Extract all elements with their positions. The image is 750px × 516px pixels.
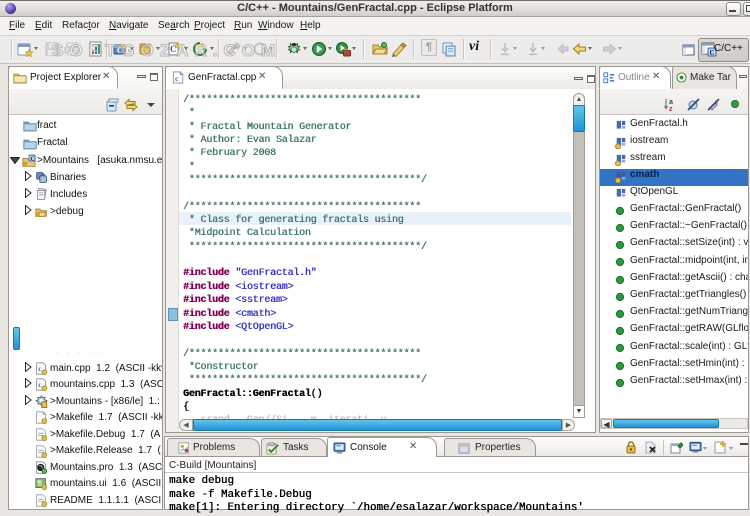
svg-text:c: c — [175, 74, 179, 83]
svg-text:C: C — [30, 157, 34, 163]
svg-text:a: a — [669, 99, 673, 106]
svg-text:z: z — [669, 106, 673, 112]
